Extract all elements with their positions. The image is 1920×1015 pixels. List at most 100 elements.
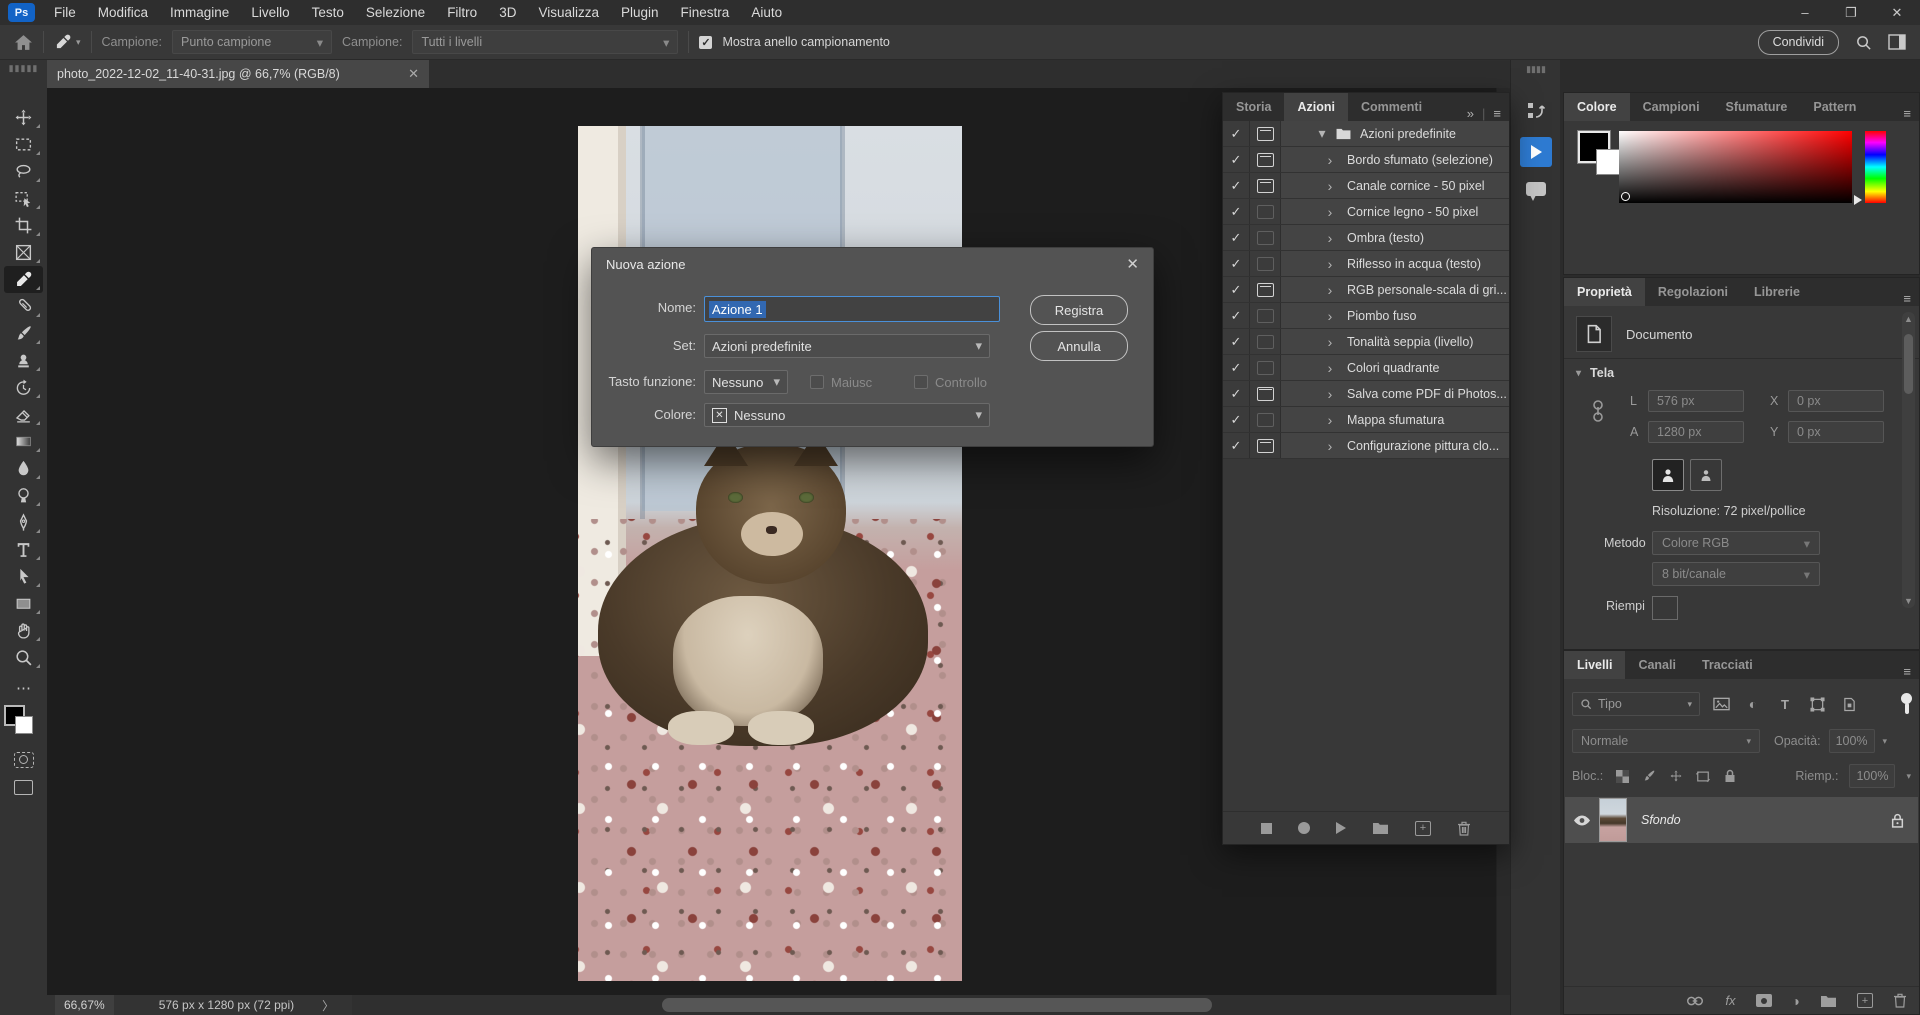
link-dimensions-icon[interactable]: [1590, 396, 1606, 426]
layer-thumbnail[interactable]: [1599, 798, 1627, 842]
toggle-item-check[interactable]: ✓: [1223, 329, 1250, 354]
dialog-toggle-cell[interactable]: [1250, 147, 1281, 172]
dialog-toggle-cell[interactable]: [1250, 199, 1281, 224]
menu-aiuto[interactable]: Aiuto: [740, 0, 793, 25]
action-row[interactable]: ✓ › Salva come PDF di Photos...: [1223, 381, 1509, 407]
toggle-item-check[interactable]: ✓: [1223, 381, 1250, 406]
layer-style-fx-icon[interactable]: fx: [1725, 993, 1735, 1008]
action-row[interactable]: ✓ › Canale cornice - 50 pixel: [1223, 173, 1509, 199]
tab-storia[interactable]: Storia: [1223, 93, 1284, 121]
tab-proprieta[interactable]: Proprietà: [1564, 278, 1645, 306]
lock-artboard-icon[interactable]: [1695, 770, 1711, 783]
expand-icon[interactable]: ›: [1323, 230, 1337, 246]
tab-close-icon[interactable]: ✕: [408, 66, 419, 82]
shift-checkbox[interactable]: [810, 375, 824, 389]
eyedropper-tool-icon[interactable]: [4, 266, 43, 293]
menu-modifica[interactable]: Modifica: [87, 0, 159, 25]
close-button[interactable]: ✕: [1874, 0, 1920, 25]
toggle-item-check[interactable]: ✓: [1223, 251, 1250, 276]
crop-tool-icon[interactable]: [4, 212, 43, 239]
expand-icon[interactable]: ›: [1323, 438, 1337, 454]
expand-icon[interactable]: ›: [1323, 204, 1337, 220]
opacity-field[interactable]: 100%: [1829, 729, 1875, 753]
dialog-toggle-icon[interactable]: [1257, 387, 1274, 401]
zoom-level-field[interactable]: 66,67%: [55, 995, 114, 1015]
filter-toggle-switch[interactable]: [1901, 693, 1911, 715]
tab-colore[interactable]: Colore: [1564, 93, 1630, 121]
toggle-item-check[interactable]: ✓: [1223, 433, 1250, 458]
color-picker-handle[interactable]: [1621, 192, 1630, 201]
tab-sfumature[interactable]: Sfumature: [1713, 93, 1801, 121]
dialog-toggle-icon[interactable]: [1257, 231, 1274, 245]
menu-visualizza[interactable]: Visualizza: [527, 0, 610, 25]
new-layer-icon[interactable]: +: [1857, 993, 1873, 1008]
expand-icon[interactable]: ›: [1323, 256, 1337, 272]
dialog-toggle-icon[interactable]: [1257, 439, 1274, 453]
toggle-item-check[interactable]: ✓: [1223, 199, 1250, 224]
menu-selezione[interactable]: Selezione: [355, 0, 436, 25]
panel-menu-icon[interactable]: ≡: [1903, 106, 1911, 121]
history-brush-tool-icon[interactable]: [4, 374, 43, 401]
sample-point-dropdown[interactable]: Punto campione▾: [172, 30, 332, 54]
move-tool-icon[interactable]: [4, 104, 43, 131]
hue-strip[interactable]: [1865, 131, 1886, 203]
status-chevron-icon[interactable]: 〉: [322, 997, 334, 1014]
quick-mask-icon[interactable]: [4, 746, 43, 773]
layer-lock-icon[interactable]: [1891, 813, 1904, 828]
tab-commenti[interactable]: Commenti: [1348, 93, 1435, 121]
dialog-toggle-icon[interactable]: [1257, 413, 1274, 427]
path-selection-tool-icon[interactable]: [4, 563, 43, 590]
zoom-tool-icon[interactable]: [4, 644, 43, 671]
action-row[interactable]: ✓ › Tonalità seppia (livello): [1223, 329, 1509, 355]
action-row[interactable]: ✓ › Riflesso in acqua (testo): [1223, 251, 1509, 277]
dialog-toggle-icon[interactable]: [1257, 283, 1274, 297]
dialog-toggle-cell[interactable]: [1250, 121, 1281, 146]
delete-layer-icon[interactable]: [1893, 993, 1907, 1008]
dock-grip[interactable]: ▮▮▮▮: [1511, 64, 1561, 75]
healing-tool-icon[interactable]: [4, 293, 43, 320]
collapse-icon[interactable]: ▾: [1315, 125, 1329, 142]
panel-menu-icon[interactable]: ≡: [1903, 664, 1911, 679]
properties-scrollbar[interactable]: ▲ ▼: [1902, 312, 1915, 608]
home-icon[interactable]: [14, 34, 33, 51]
menu-3d[interactable]: 3D: [488, 0, 527, 25]
dialog-toggle-icon[interactable]: [1257, 153, 1274, 167]
dialog-toggle-cell[interactable]: [1250, 407, 1281, 432]
dialog-toggle-cell[interactable]: [1250, 433, 1281, 458]
action-row[interactable]: ✓ › Mappa sfumatura: [1223, 407, 1509, 433]
stop-icon[interactable]: [1261, 823, 1272, 834]
brush-tool-icon[interactable]: [4, 320, 43, 347]
hand-tool-icon[interactable]: [4, 617, 43, 644]
portrait-orientation-button[interactable]: [1652, 459, 1684, 491]
action-row[interactable]: ✓ › Colori quadrante: [1223, 355, 1509, 381]
dialog-close-icon[interactable]: ✕: [1126, 255, 1139, 273]
toggle-item-check[interactable]: ✓: [1223, 303, 1250, 328]
scroll-down-icon[interactable]: ▼: [1902, 596, 1915, 606]
dialog-toggle-icon[interactable]: [1257, 179, 1274, 193]
new-set-folder-icon[interactable]: [1372, 821, 1389, 835]
dialog-toggle-icon[interactable]: [1257, 127, 1274, 141]
lock-all-icon[interactable]: [1722, 769, 1738, 783]
dialog-toggle-icon[interactable]: [1257, 335, 1274, 349]
actions-dock-icon[interactable]: [1520, 137, 1552, 167]
eraser-tool-icon[interactable]: [4, 401, 43, 428]
filter-shape-layers-icon[interactable]: [1806, 697, 1828, 712]
rail-grip[interactable]: ▮▮▮▮▮: [0, 63, 47, 74]
canvas-fill-swatch[interactable]: [1652, 596, 1678, 620]
menu-immagine[interactable]: Immagine: [159, 0, 240, 25]
link-layers-icon[interactable]: [1685, 995, 1705, 1007]
filter-pixel-layers-icon[interactable]: [1710, 697, 1732, 711]
menu-filtro[interactable]: Filtro: [436, 0, 488, 25]
shape-tool-icon[interactable]: [4, 590, 43, 617]
toggle-item-check[interactable]: ✓: [1223, 355, 1250, 380]
fill-opacity-field[interactable]: 100%: [1849, 764, 1895, 788]
scrollbar-thumb[interactable]: [662, 998, 1212, 1012]
type-tool-icon[interactable]: [4, 536, 43, 563]
action-row[interactable]: ✓ › RGB personale-scala di gri...: [1223, 277, 1509, 303]
delete-icon[interactable]: [1457, 821, 1471, 836]
dialog-toggle-cell[interactable]: [1250, 225, 1281, 250]
menu-testo[interactable]: Testo: [301, 0, 355, 25]
opacity-chevron-icon[interactable]: ▾: [1883, 736, 1888, 747]
document-tab[interactable]: photo_2022-12-02_11-40-31.jpg @ 66,7% (R…: [47, 60, 429, 88]
lock-pixels-icon[interactable]: [1641, 769, 1657, 783]
